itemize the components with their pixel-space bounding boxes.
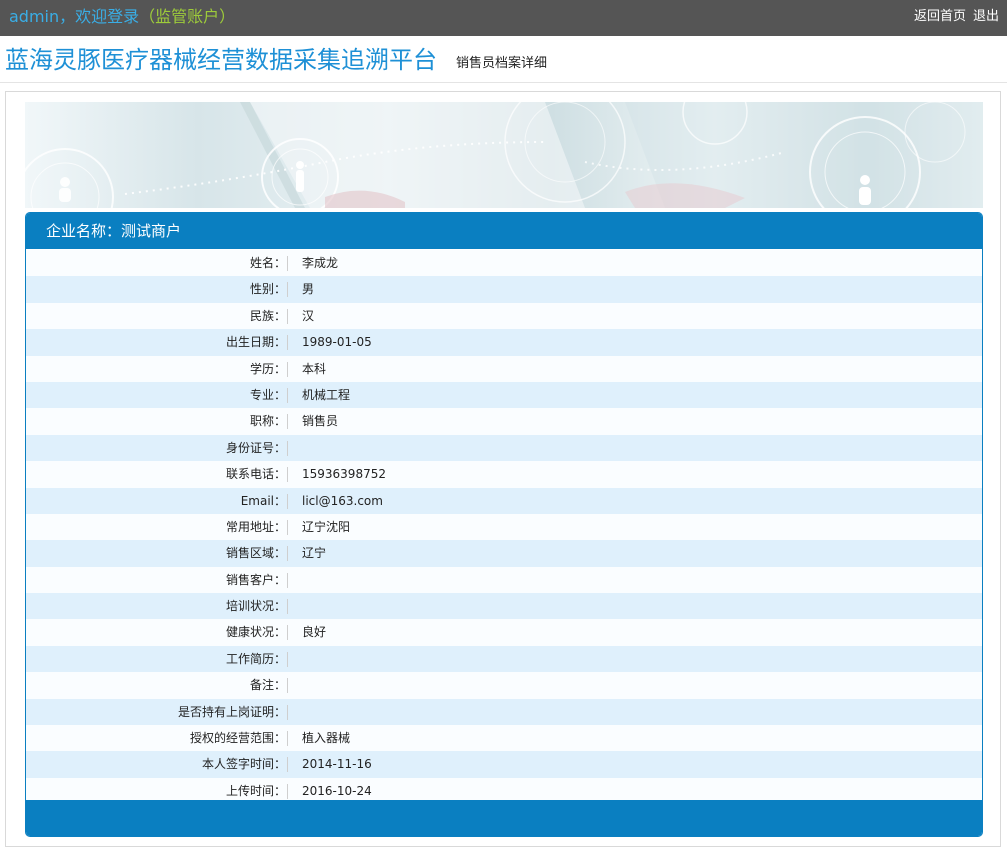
- field-label: 职称：: [249, 414, 286, 429]
- field-value: 机械工程: [302, 387, 351, 402]
- table-row: 身份证号：: [26, 434, 982, 462]
- divider: [287, 704, 288, 720]
- divider: [287, 414, 288, 430]
- table-row: 联系电话： 15936398752: [26, 461, 982, 488]
- field-label: 健康状况：: [225, 625, 286, 640]
- banner-image: [25, 102, 983, 208]
- top-bar: admin，欢迎登录（监管账户） 返回首页 退出: [0, 0, 1007, 36]
- divider: [287, 625, 288, 641]
- table-row: 专业： 机械工程: [26, 381, 982, 409]
- field-label: 本人签字时间：: [201, 757, 286, 772]
- table-row: 工作简历：: [26, 645, 982, 673]
- divider: [287, 308, 288, 324]
- field-label: 姓名：: [249, 256, 286, 270]
- divider: [287, 440, 288, 456]
- field-value: 汉: [302, 308, 315, 323]
- table-row: 培训状况：: [26, 593, 982, 620]
- field-value: 植入器械: [302, 731, 351, 746]
- table-row: 性别： 男: [26, 276, 982, 303]
- field-label: 工作简历：: [225, 651, 286, 666]
- table-row: 备注：: [26, 672, 982, 699]
- table-row: 健康状况： 良好: [26, 619, 982, 646]
- banner-illustration: [25, 102, 983, 208]
- divider: [287, 256, 288, 271]
- detail-table: 姓名： 李成龙 性别： 男 民族： 汉 出生日期： 1989-01-05 学历： 本科 专…: [26, 250, 982, 805]
- field-label: 联系电话：: [225, 467, 286, 482]
- divider: [287, 387, 288, 403]
- table-row: 学历： 本科: [26, 355, 982, 382]
- field-label: 民族：: [249, 308, 286, 323]
- field-value: 辽宁沈阳: [302, 519, 351, 534]
- field-label: 学历：: [249, 361, 286, 376]
- field-value: 15936398752: [302, 467, 386, 482]
- field-label: 身份证号：: [225, 440, 286, 455]
- divider: [287, 493, 288, 509]
- panel-footer: [26, 800, 982, 836]
- table-row: 授权的经营范围： 植入器械: [26, 725, 982, 752]
- field-label: 性别：: [249, 282, 286, 297]
- field-value: 李成龙: [302, 256, 339, 270]
- field-label: 是否持有上岗证明：: [177, 704, 286, 719]
- table-row: 本人签字时间： 2014-11-16: [26, 751, 982, 778]
- table-row: 是否持有上岗证明：: [26, 698, 982, 726]
- field-label: 专业：: [249, 387, 286, 402]
- field-value: 良好: [302, 625, 327, 640]
- company-name: 企业名称：测试商户: [46, 222, 182, 240]
- divider: [287, 519, 288, 535]
- top-links: 返回首页 退出: [907, 8, 999, 26]
- table-row: Email： licl@163.com: [26, 487, 982, 514]
- field-value: 辽宁: [302, 546, 327, 561]
- divider: [287, 572, 288, 588]
- field-label: Email：: [240, 493, 286, 508]
- salesperson-detail-panel: 企业名称：测试商户 姓名： 李成龙 性别： 男 民族： 汉 出生日期： 1989-01-…: [25, 212, 983, 837]
- table-row: 常用地址： 辽宁沈阳: [26, 513, 982, 541]
- table-row: 姓名： 李成龙: [26, 250, 982, 277]
- table-row: 出生日期： 1989-01-05: [26, 329, 982, 356]
- field-label: 培训状况：: [225, 599, 286, 614]
- field-label: 备注：: [249, 678, 286, 693]
- welcome-label: 欢迎登录: [75, 7, 140, 26]
- divider: [287, 467, 288, 483]
- divider: [287, 783, 288, 799]
- divider: [287, 599, 288, 615]
- welcome-text: admin，欢迎登录（监管账户）: [9, 6, 235, 28]
- table-row: 销售区域： 辽宁: [26, 540, 982, 567]
- platform-title: 蓝海灵豚医疗器械经营数据采集追溯平台: [5, 46, 437, 74]
- field-value: 1989-01-05: [302, 335, 372, 350]
- divider: [287, 651, 288, 667]
- page-subtitle: 销售员档案详细: [456, 56, 548, 71]
- divider: [287, 757, 288, 773]
- home-link[interactable]: 返回首页: [914, 9, 966, 24]
- divider: [287, 335, 288, 351]
- table-row: 销售客户：: [26, 566, 982, 594]
- field-label: 授权的经营范围：: [189, 731, 286, 746]
- username: admin: [9, 7, 60, 26]
- account-type: （监管账户）: [139, 7, 236, 26]
- divider: [287, 361, 288, 377]
- field-value: 本科: [302, 361, 327, 376]
- page-header: 蓝海灵豚医疗器械经营数据采集追溯平台 销售员档案详细: [0, 36, 1007, 83]
- field-value: 销售员: [302, 414, 339, 429]
- table-row: 民族： 汉: [26, 302, 982, 330]
- divider: [287, 731, 288, 747]
- logout-link[interactable]: 退出: [973, 9, 999, 24]
- divider: [287, 678, 288, 694]
- field-value: licl@163.com: [302, 493, 383, 508]
- field-label: 销售客户：: [225, 572, 286, 587]
- field-label: 出生日期：: [225, 335, 286, 350]
- divider: [287, 546, 288, 562]
- welcome-separator: ，: [59, 7, 76, 26]
- field-label: 销售区域：: [225, 546, 286, 561]
- field-value: 2014-11-16: [302, 757, 372, 772]
- field-value: 男: [302, 282, 315, 297]
- panel-header: 企业名称：测试商户: [26, 213, 982, 249]
- field-label: 常用地址：: [225, 519, 286, 534]
- table-row: 职称： 销售员: [26, 408, 982, 435]
- divider: [287, 282, 288, 298]
